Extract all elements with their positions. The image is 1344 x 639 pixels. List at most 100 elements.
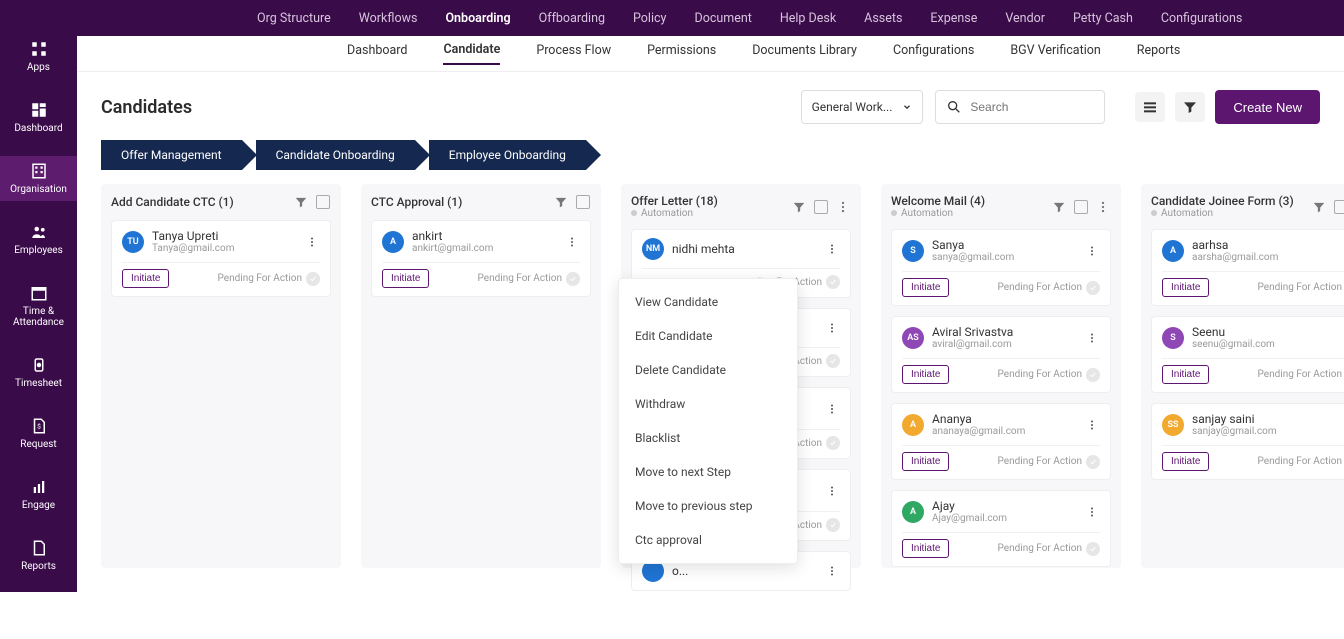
sidebar-item-engage[interactable]: Engage [0, 472, 77, 517]
initiate-button[interactable]: Initiate [902, 539, 949, 558]
candidate-card[interactable]: AS Aviral Srivastva aviral@gmail.com Ini… [891, 316, 1111, 393]
sidebar-item-dashboard[interactable]: Dashboard [0, 95, 77, 140]
menu-item[interactable]: Blacklist [619, 421, 797, 455]
subnav-configurations[interactable]: Configurations [893, 43, 974, 64]
stage-offer-mgmt[interactable]: Offer Management [101, 140, 242, 170]
search-input[interactable] [970, 100, 1094, 114]
initiate-button[interactable]: Initiate [1162, 452, 1209, 471]
column-filter-icon[interactable] [791, 199, 807, 215]
sidebar-item-employees[interactable]: Employees [0, 217, 77, 262]
candidate-name: Sanya [932, 238, 1014, 252]
card-status: Pending For Action [1258, 368, 1344, 382]
kanban-column: Welcome Mail (4) Automation S Sanya sany… [881, 184, 1121, 568]
sidebar-item-benefits[interactable]: Benefits [0, 594, 77, 639]
column-checkbox[interactable] [1333, 199, 1344, 215]
menu-item[interactable]: View Candidate [619, 285, 797, 319]
card-more-icon[interactable] [1086, 332, 1100, 344]
card-more-icon[interactable] [826, 403, 840, 415]
column-filter-icon[interactable] [1311, 199, 1327, 215]
stage-candidate-onboarding[interactable]: Candidate Onboarding [256, 140, 415, 170]
card-more-icon[interactable] [826, 243, 840, 255]
initiate-button[interactable]: Initiate [902, 452, 949, 471]
subnav-bgv[interactable]: BGV Verification [1010, 43, 1100, 64]
candidate-name: Ananya [932, 412, 1025, 426]
subnav-candidate[interactable]: Candidate [443, 42, 500, 65]
filter-icon[interactable] [1175, 92, 1205, 122]
column-checkbox[interactable] [575, 194, 591, 210]
menu-item[interactable]: Ctc approval [619, 523, 797, 557]
initiate-button[interactable]: Initiate [902, 365, 949, 384]
subnav-dashboard[interactable]: Dashboard [347, 43, 407, 64]
column-filter-icon[interactable] [293, 194, 309, 210]
card-more-icon[interactable] [1086, 506, 1100, 518]
menu-item[interactable]: Move to previous step [619, 489, 797, 523]
initiate-button[interactable]: Initiate [1162, 278, 1209, 297]
sidebar-item-organisation[interactable]: Organisation [0, 156, 77, 201]
menu-item[interactable]: Move to next Step [619, 455, 797, 489]
candidate-card[interactable]: A Ananya ananaya@gmail.com Initiate Pend… [891, 403, 1111, 480]
initiate-button[interactable]: Initiate [382, 269, 429, 288]
candidate-card[interactable]: SS sanjay saini sanjay@gmail.com Initiat… [1151, 403, 1344, 480]
card-more-icon[interactable] [1086, 245, 1100, 257]
initiate-button[interactable]: Initiate [122, 269, 169, 288]
status-check-icon [1086, 368, 1100, 382]
column-more-icon[interactable] [835, 199, 851, 215]
topnav: Org Structure Workflows Onboarding Offbo… [77, 0, 1344, 36]
menu-item[interactable]: Edit Candidate [619, 319, 797, 353]
card-more-icon[interactable] [826, 485, 840, 497]
candidate-card[interactable]: A Ajay Ajay@gmail.com Initiate Pending F… [891, 490, 1111, 567]
candidate-card[interactable]: S Sanya sanya@gmail.com Initiate Pending… [891, 229, 1111, 306]
menu-item[interactable]: Delete Candidate [619, 353, 797, 387]
candidate-card[interactable]: A aarhsa aarsha@gmail.com Initiate Pendi… [1151, 229, 1344, 306]
search-box[interactable] [935, 90, 1105, 124]
card-more-icon[interactable] [826, 565, 840, 577]
topnav-petty-cash[interactable]: Petty Cash [1073, 11, 1133, 26]
stage-employee-onboarding[interactable]: Employee Onboarding [429, 140, 586, 170]
topnav-expense[interactable]: Expense [930, 11, 977, 26]
topnav-policy[interactable]: Policy [633, 11, 666, 26]
menu-item[interactable]: Withdraw [619, 387, 797, 421]
subnav-documents-library[interactable]: Documents Library [752, 43, 857, 64]
status-check-icon [826, 354, 840, 368]
sidebar-label: Employees [14, 245, 63, 256]
card-more-icon[interactable] [1086, 419, 1100, 431]
create-new-button[interactable]: Create New [1215, 90, 1320, 124]
initiate-button[interactable]: Initiate [902, 278, 949, 297]
subnav-permissions[interactable]: Permissions [647, 43, 716, 64]
kanban-column: Add Candidate CTC (1) TU Tanya Upreti Ta… [101, 184, 341, 568]
sidebar-item-request[interactable]: $ Request [0, 411, 77, 456]
topnav-configurations[interactable]: Configurations [1161, 11, 1242, 26]
topnav-onboarding[interactable]: Onboarding [445, 11, 510, 26]
sidebar-item-timesheet[interactable]: Timesheet [0, 350, 77, 395]
topnav-workflows[interactable]: Workflows [359, 11, 418, 26]
candidate-card[interactable]: S Seenu seenu@gmail.com Initiate Pending… [1151, 316, 1344, 393]
initiate-button[interactable]: Initiate [1162, 365, 1209, 384]
topnav-help-desk[interactable]: Help Desk [780, 11, 836, 26]
column-checkbox[interactable] [1073, 199, 1089, 215]
toolbar: Candidates General Work... Create New [77, 72, 1344, 134]
subnav-reports[interactable]: Reports [1137, 43, 1181, 64]
workflow-dropdown[interactable]: General Work... [801, 90, 924, 124]
card-more-icon[interactable] [826, 322, 840, 334]
topnav-document[interactable]: Document [694, 11, 751, 26]
card-more-icon[interactable] [306, 236, 320, 248]
column-checkbox[interactable] [813, 199, 829, 215]
status-check-icon [306, 272, 320, 286]
card-more-icon[interactable] [566, 236, 580, 248]
subnav-process-flow[interactable]: Process Flow [536, 43, 611, 64]
candidate-card[interactable]: A ankirt ankirt@gmail.com Initiate Pendi… [371, 220, 591, 297]
column-filter-icon[interactable] [553, 194, 569, 210]
topnav-offboarding[interactable]: Offboarding [539, 11, 605, 26]
sidebar-item-time[interactable]: Time & Attendance [0, 278, 77, 334]
column-checkbox[interactable] [315, 194, 331, 210]
sidebar-item-reports[interactable]: Reports [0, 533, 77, 578]
topnav-org-structure[interactable]: Org Structure [257, 11, 331, 26]
topnav-vendor[interactable]: Vendor [1005, 11, 1045, 26]
sidebar-item-apps[interactable]: Apps [0, 34, 77, 79]
candidate-card[interactable]: TU Tanya Upreti Tanya@gmail.com Initiate… [111, 220, 331, 297]
column-more-icon[interactable] [1095, 199, 1111, 215]
column-title: Add Candidate CTC (1) [111, 195, 234, 209]
column-filter-icon[interactable] [1051, 199, 1067, 215]
list-view-icon[interactable] [1135, 92, 1165, 122]
topnav-assets[interactable]: Assets [864, 11, 902, 26]
